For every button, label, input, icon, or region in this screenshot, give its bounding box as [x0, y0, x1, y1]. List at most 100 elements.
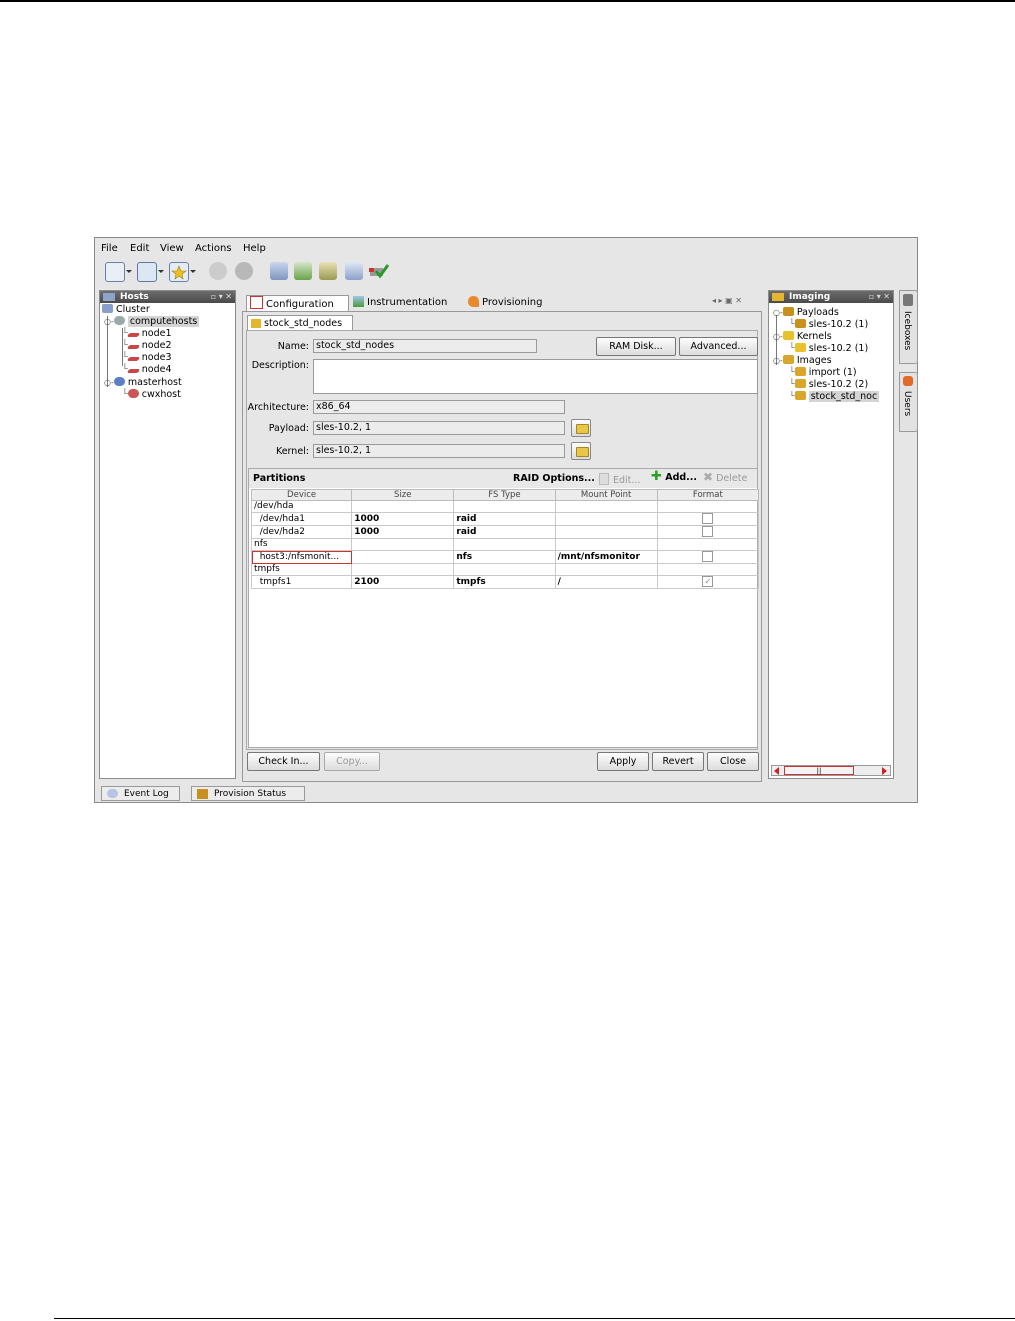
upload-icon[interactable] — [319, 262, 337, 280]
tree-item-kernel-sles[interactable]: └ sles-10.2 (1) — [789, 343, 868, 355]
event-log-label: Event Log — [124, 789, 169, 799]
tree-item-computehosts[interactable]: ○- computehosts — [104, 316, 200, 328]
stop-icon[interactable] — [235, 262, 253, 280]
tab-provision-status[interactable]: Provision Status — [191, 786, 305, 801]
check-in-button[interactable]: Check In... — [247, 752, 320, 771]
power-icon[interactable] — [209, 262, 227, 280]
column-header-size[interactable]: Size — [351, 489, 455, 501]
architecture-field[interactable]: x86_64 — [313, 400, 565, 414]
tree-item-cluster[interactable]: Cluster — [102, 304, 150, 316]
tab-instrumentation[interactable]: Instrumentation — [353, 295, 447, 311]
apply-button[interactable]: Apply — [597, 752, 649, 771]
inspect-icon[interactable] — [345, 262, 363, 280]
tree-item-images[interactable]: ○- Images — [773, 355, 832, 367]
delete-button[interactable]: ✖ Delete — [703, 471, 747, 484]
table-cell-fstype: nfs — [453, 550, 556, 564]
iceboxes-label: Iceboxes — [902, 311, 912, 351]
side-tab-users[interactable]: Users — [899, 372, 918, 432]
description-field[interactable] — [313, 359, 758, 394]
menu-file[interactable]: File — [101, 243, 118, 254]
table-cell-device: /dev/hda1 — [250, 512, 353, 526]
menu-edit[interactable]: Edit — [130, 243, 149, 254]
copy-button[interactable]: Copy... — [324, 752, 380, 771]
new-window-icon[interactable] — [105, 262, 125, 282]
table-cell-device: host3:/nfsmonit... — [250, 550, 353, 564]
horizontal-scrollbar[interactable]: || — [771, 765, 891, 776]
refresh-icon[interactable] — [294, 262, 312, 280]
layout-icon[interactable] — [137, 262, 157, 282]
table-row[interactable]: tmpfs — [250, 563, 760, 576]
table-row[interactable]: nfs — [250, 538, 760, 551]
menu-view[interactable]: View — [160, 243, 184, 254]
format-checkbox[interactable] — [702, 513, 714, 524]
table-row[interactable]: tmpfs1 2100 tmpfs / ✓ — [250, 575, 760, 589]
scroll-right-icon[interactable] — [882, 767, 887, 775]
tree-item-node1[interactable]: └ node1 — [122, 328, 172, 340]
chevron-down-icon[interactable] — [190, 270, 196, 273]
tab-window-controls[interactable]: ◂ ▸ ▣ ✕ — [712, 296, 742, 305]
tree-item-image-sles[interactable]: └ sles-10.2 (2) — [789, 379, 868, 391]
revert-button[interactable]: Revert — [652, 752, 704, 771]
architecture-label: Architecture: — [247, 402, 309, 413]
table-row[interactable]: host3:/nfsmonit... nfs/mnt/nfsmonitor — [250, 550, 760, 564]
column-header-device[interactable]: Device — [250, 489, 353, 501]
side-tab-iceboxes[interactable]: Iceboxes — [899, 290, 918, 364]
name-field[interactable]: stock_std_nodes — [313, 339, 537, 353]
provision-status-label: Provision Status — [214, 789, 287, 799]
payload-field[interactable]: sles-10.2, 1 — [313, 421, 565, 435]
table-row[interactable]: /dev/hda1 1000 raid — [250, 512, 760, 526]
column-header-mount-point[interactable]: Mount Point — [554, 489, 658, 501]
ram-disk-button[interactable]: RAM Disk... — [596, 337, 676, 356]
group-icon — [113, 316, 125, 325]
scrollbar-thumb[interactable]: || — [784, 766, 854, 775]
scroll-left-icon[interactable] — [774, 767, 779, 775]
add-button[interactable]: ✚ Add... — [651, 470, 697, 483]
kernel-field[interactable]: sles-10.2, 1 — [313, 444, 565, 458]
tree-item-node2[interactable]: └ node2 — [122, 340, 172, 352]
imaging-title-label: Imaging — [789, 292, 831, 302]
tree-item-kernels[interactable]: ○- Kernels — [773, 331, 832, 343]
tree-item-payloads[interactable]: ○- Payloads — [773, 307, 839, 319]
raid-options-button[interactable]: RAID Options... — [513, 473, 595, 484]
table-cell-mount — [554, 512, 658, 526]
tree-item-cwxhost[interactable]: └ cwxhost — [122, 389, 181, 401]
table-row[interactable]: /dev/hda2 1000 raid — [250, 525, 760, 539]
kernel-item-label: sles-10.2 (1) — [808, 343, 869, 354]
advanced-button[interactable]: Advanced... — [679, 337, 758, 356]
chevron-down-icon[interactable] — [158, 270, 164, 273]
tree-item-masterhost[interactable]: ○- masterhost — [104, 377, 182, 389]
database-icon[interactable] — [270, 262, 288, 280]
tab-configuration[interactable]: Configuration — [246, 295, 349, 311]
payload-browse-button[interactable] — [571, 419, 591, 437]
column-header-format[interactable]: Format — [656, 489, 760, 501]
tab-stock-std-nodes[interactable]: stock_std_nodes — [247, 315, 353, 331]
computehosts-label: computehosts — [127, 316, 200, 327]
check-icon[interactable] — [369, 262, 390, 280]
tab-provisioning[interactable]: Provisioning — [468, 295, 542, 311]
column-header-fstype[interactable]: FS Type — [453, 489, 556, 501]
close-button[interactable]: Close — [707, 752, 759, 771]
table-row[interactable]: /dev/hda — [250, 500, 760, 513]
favorites-icon[interactable] — [169, 262, 189, 282]
menu-actions[interactable]: Actions — [195, 243, 232, 254]
table-cell-size — [351, 563, 455, 576]
tree-item-image-import[interactable]: └ import (1) — [789, 367, 857, 379]
table-cell-size: 2100 — [351, 575, 455, 589]
tree-item-image-stock[interactable]: └ stock_std_noc — [789, 391, 893, 403]
table-cell-mount: /mnt/nfsmonitor — [554, 550, 658, 564]
tree-item-node4[interactable]: └ node4 — [122, 364, 172, 376]
menu-help[interactable]: Help — [243, 243, 266, 254]
cwxhost-label: cwxhost — [141, 389, 181, 400]
format-checkbox[interactable]: ✓ — [702, 576, 714, 587]
tab-event-log[interactable]: Event Log — [101, 786, 180, 801]
tree-item-node3[interactable]: └ node3 — [122, 352, 172, 364]
panel-window-buttons[interactable]: ▫ ▾ ✕ — [211, 291, 232, 303]
kernel-browse-button[interactable] — [571, 442, 591, 460]
tree-item-payload-sles[interactable]: └ sles-10.2 (1) — [789, 319, 868, 331]
format-checkbox[interactable] — [702, 526, 714, 537]
edit-button[interactable]: Edit... — [599, 473, 640, 486]
panel-window-buttons[interactable]: ▫ ▾ ✕ — [869, 291, 890, 303]
imaging-icon — [772, 293, 784, 301]
format-checkbox[interactable] — [702, 551, 714, 562]
chevron-down-icon[interactable] — [126, 270, 132, 273]
